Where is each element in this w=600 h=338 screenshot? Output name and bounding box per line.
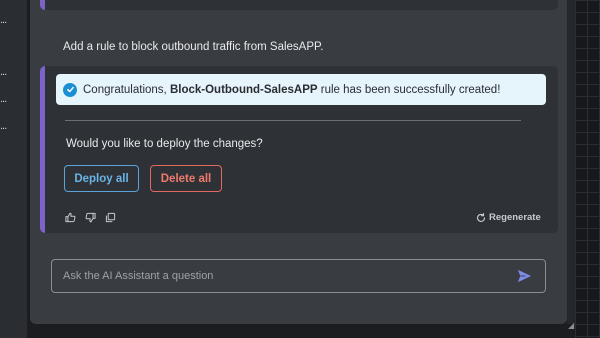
canvas-grid xyxy=(575,0,600,338)
thumbs-down-icon[interactable] xyxy=(84,211,96,223)
success-banner: Congratulations, Block-Outbound-SalesAPP… xyxy=(56,74,546,105)
ask-box xyxy=(51,259,546,293)
copy-icon[interactable] xyxy=(104,211,116,223)
sidebar-item-ellipsis[interactable]: ... xyxy=(0,66,7,78)
regenerate-button[interactable]: Regenerate xyxy=(476,212,541,223)
panel-border xyxy=(567,0,575,324)
refresh-icon xyxy=(476,212,486,222)
success-prefix: Congratulations, xyxy=(83,83,170,96)
left-sidebar: ... ... ... ... xyxy=(0,0,27,338)
delete-all-button[interactable]: Delete all xyxy=(150,165,222,192)
thumbs-up-icon[interactable] xyxy=(64,211,76,223)
ask-input[interactable] xyxy=(63,270,515,282)
card-accent xyxy=(40,0,45,10)
resize-handle-icon[interactable]: ◢ xyxy=(568,322,575,330)
user-message: Add a rule to block outbound traffic fro… xyxy=(63,41,324,53)
deploy-question: Would you like to deploy the changes? xyxy=(66,138,263,150)
divider xyxy=(65,120,521,121)
rule-name: Block-Outbound-SalesAPP xyxy=(169,83,318,96)
sidebar-item-ellipsis[interactable]: ... xyxy=(0,14,7,26)
card-accent xyxy=(40,66,45,233)
previous-response-card xyxy=(40,0,558,10)
send-icon[interactable] xyxy=(515,267,533,285)
success-suffix: rule has been successfully created! xyxy=(317,83,501,96)
regenerate-label: Regenerate xyxy=(489,212,541,223)
sidebar-item-ellipsis[interactable]: ... xyxy=(0,93,7,105)
success-message: Congratulations, Block-Outbound-SalesAPP… xyxy=(83,84,500,96)
sidebar-item-ellipsis[interactable]: ... xyxy=(0,120,7,132)
check-circle-icon xyxy=(63,82,77,97)
deploy-all-button[interactable]: Deploy all xyxy=(64,165,139,192)
